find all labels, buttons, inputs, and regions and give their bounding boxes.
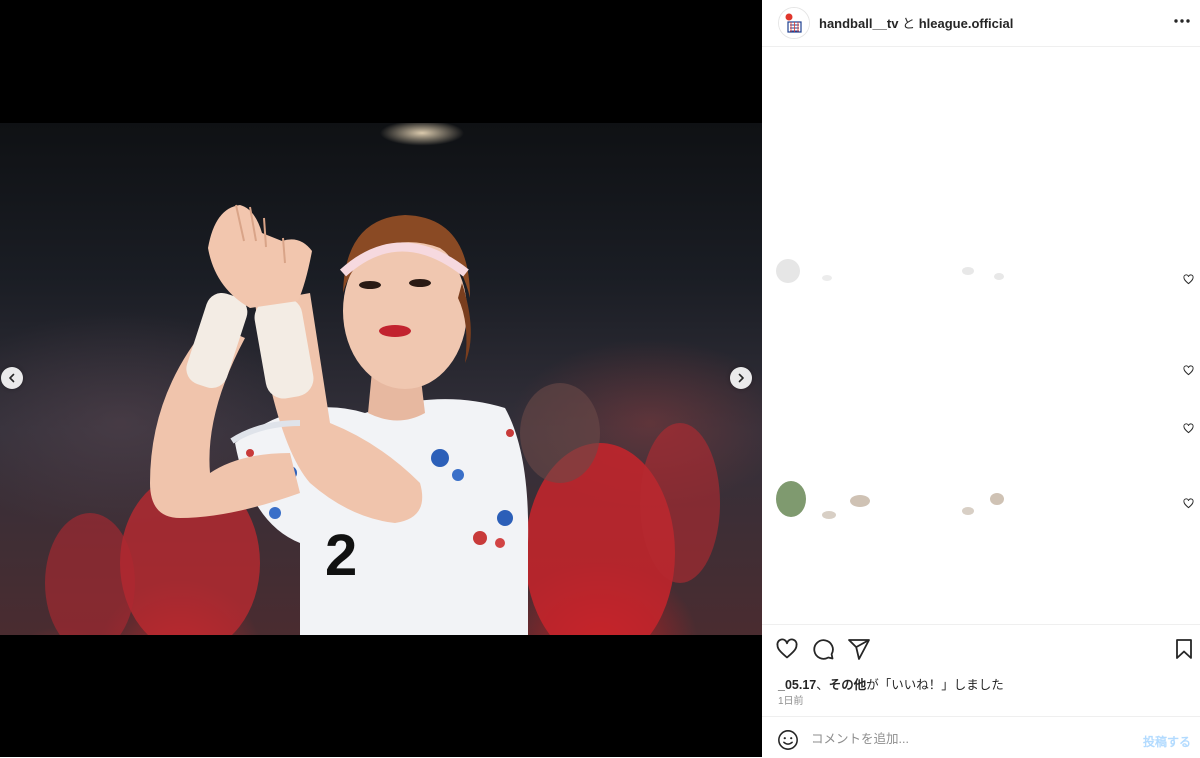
team-logo-icon — [779, 8, 809, 38]
comment-avatar[interactable] — [776, 259, 800, 283]
post-accounts: handball__tv と hleague.official — [819, 13, 1013, 32]
post-side-panel: handball__tv と hleague.official _05.17、そ… — [762, 0, 1200, 757]
liked-by-user[interactable]: _05.17 — [778, 678, 816, 692]
comment-composer: 投稿する — [762, 716, 1200, 758]
heart-outline-icon — [1183, 274, 1194, 285]
save-button[interactable] — [1172, 637, 1196, 661]
previous-media-button[interactable] — [1, 367, 23, 389]
blurred-comment — [850, 495, 870, 507]
comments-list — [762, 47, 1200, 623]
jersey-number: 2 — [325, 523, 357, 588]
comment-input[interactable] — [811, 728, 1131, 750]
blurred-comment — [990, 493, 1004, 505]
comment-avatar[interactable] — [776, 481, 806, 517]
heart-outline-icon — [776, 638, 798, 659]
account-connector: と — [898, 16, 919, 31]
chevron-left-icon — [9, 373, 15, 383]
blurred-comment — [822, 275, 832, 281]
likes-suffix: が「いいね！」しました — [866, 678, 1004, 692]
more-horizontal-icon — [1174, 19, 1190, 23]
post-media: 2 — [0, 0, 762, 757]
comment-button[interactable] — [811, 637, 835, 661]
like-button[interactable] — [775, 637, 799, 661]
avatar[interactable] — [778, 7, 810, 39]
post-comment-button[interactable]: 投稿する — [1143, 733, 1191, 750]
more-options-button[interactable] — [1172, 11, 1192, 31]
post-actions: _05.17、その他が「いいね！」しました 1日前 — [762, 624, 1200, 717]
comment-like-button[interactable] — [1183, 272, 1194, 285]
heart-outline-icon — [1183, 498, 1194, 509]
player-illustration: 2 — [45, 204, 720, 635]
emoji-smile-icon — [778, 730, 798, 750]
chevron-right-icon — [738, 373, 744, 383]
heart-outline-icon — [1183, 423, 1194, 434]
liked-by-others[interactable]: その他 — [829, 678, 867, 692]
comment-bubble-icon — [813, 639, 834, 660]
comment-like-button[interactable] — [1183, 363, 1194, 376]
blurred-comment — [822, 511, 836, 519]
comment-like-button[interactable] — [1183, 421, 1194, 434]
paper-plane-icon — [848, 639, 870, 660]
heart-outline-icon — [1183, 365, 1194, 376]
blurred-comment — [994, 273, 1004, 280]
account-link-secondary[interactable]: hleague.official — [919, 16, 1014, 31]
emoji-button[interactable] — [777, 729, 799, 751]
share-button[interactable] — [847, 637, 871, 661]
account-link-primary[interactable]: handball__tv — [819, 16, 898, 31]
next-media-button[interactable] — [730, 367, 752, 389]
blurred-comment — [962, 267, 974, 275]
post-header: handball__tv と hleague.official — [762, 0, 1200, 47]
post-photo: 2 — [0, 123, 762, 635]
comment-like-button[interactable] — [1183, 496, 1194, 509]
bookmark-icon — [1176, 639, 1192, 659]
post-timestamp[interactable]: 1日前 — [778, 692, 804, 707]
likes-separator: 、 — [816, 678, 829, 692]
blurred-comment — [962, 507, 974, 515]
likes-summary: _05.17、その他が「いいね！」しました — [778, 674, 1004, 693]
